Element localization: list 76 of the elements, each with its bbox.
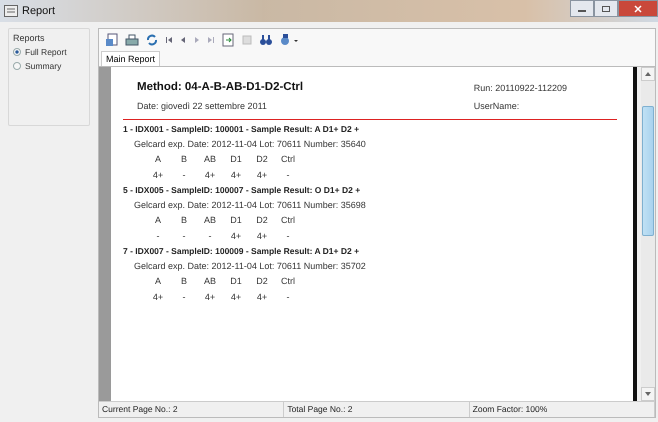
result-cell-text: 4+: [256, 292, 268, 302]
export-icon[interactable]: [105, 33, 119, 47]
column-header: A: [154, 154, 162, 164]
maximize-button[interactable]: [594, 0, 618, 17]
maximize-icon[interactable]: [602, 6, 610, 12]
scroll-thumb[interactable]: [642, 106, 654, 236]
gelcard-info: Gelcard exp. Date: 2012-11-04 Lot: 70611 Number: 35702: [133, 261, 367, 271]
column-header: B: [180, 276, 188, 286]
sample-title: 1 - IDX001 - SampleID: 100001 - Sample Result: A D1+ D2 +: [123, 124, 360, 134]
column-header: AB: [202, 154, 217, 164]
up-arrow-icon[interactable]: [645, 72, 651, 76]
result-cell-text: -: [156, 231, 160, 241]
result-cell-text: 4+: [152, 170, 164, 180]
status-field: Zoom Factor: 100%: [470, 402, 655, 417]
column-header: Ctrl: [280, 276, 296, 286]
vertical-scrollbar[interactable]: [641, 67, 655, 401]
column-header: D1: [229, 154, 243, 164]
column-header: B: [180, 154, 188, 164]
result-cell-text: 4+: [152, 292, 164, 302]
user-name-label: UserName:: [474, 101, 520, 111]
radio-circle[interactable]: [13, 62, 21, 70]
report-radio[interactable]: Summary: [13, 61, 85, 71]
result-cell-text: 4+: [230, 231, 242, 241]
column-header: D2: [255, 215, 269, 225]
sample-title: 5 - IDX005 - SampleID: 100007 - Sample Result: O D1+ D2 +: [123, 185, 362, 195]
column-header: D1: [229, 276, 243, 286]
column-header: A: [154, 215, 162, 225]
report-tab[interactable]: Main Report: [101, 51, 160, 66]
column-header: AB: [202, 276, 217, 286]
result-cell-text: -: [286, 170, 290, 180]
result-cell-text: -: [286, 292, 290, 302]
column-header: A: [154, 276, 162, 286]
binoculars-icon[interactable]: [259, 33, 273, 47]
zoom-dropdown-icon[interactable]: [279, 33, 299, 47]
group-title: Reports: [13, 33, 46, 43]
status-field: Current Page No.: 2: [99, 402, 284, 417]
result-cell-text: -: [182, 231, 186, 241]
column-header: Ctrl: [280, 215, 296, 225]
window-title: Report: [22, 5, 56, 17]
result-cell-text: 4+: [256, 170, 268, 180]
run-id: Run: 20110922-112209: [474, 83, 567, 93]
close-icon[interactable]: [634, 4, 642, 12]
result-cell-text: 4+: [230, 292, 242, 302]
column-header: Ctrl: [280, 154, 296, 164]
refresh-icon[interactable]: [145, 33, 159, 47]
print-icon[interactable]: [125, 33, 139, 47]
minimize-button[interactable]: [570, 0, 594, 17]
status-field: Total Page No.: 2: [284, 402, 470, 417]
go-to-page-icon[interactable]: [221, 33, 235, 47]
close-button[interactable]: [618, 0, 658, 17]
result-cell-text: 4+: [230, 170, 242, 180]
sample-title: 7 - IDX007 - SampleID: 100009 - Sample Result: A D1+ D2 +: [123, 246, 360, 256]
result-cell-text: -: [286, 231, 290, 241]
result-cell-text: -: [208, 231, 212, 241]
result-cell-text: 4+: [204, 170, 216, 180]
result-cell-text: 4+: [204, 292, 216, 302]
result-cell-text: 4+: [256, 231, 268, 241]
scroll-up-button[interactable]: [641, 67, 655, 81]
down-arrow-icon[interactable]: [645, 392, 651, 396]
gelcard-info: Gelcard exp. Date: 2012-11-04 Lot: 70611 Number: 35698: [133, 200, 367, 210]
scroll-down-button[interactable]: [641, 387, 655, 401]
report-date: Date: giovedì 22 settembre 2011: [137, 101, 268, 111]
window-icon: [4, 5, 18, 17]
previous-page-icon[interactable]: [179, 36, 187, 44]
column-header: AB: [202, 215, 217, 225]
column-header: D1: [229, 215, 243, 225]
result-cell-text: -: [182, 292, 186, 302]
method-title: Method: 04-A-B-AB-D1-D2-Ctrl: [137, 81, 304, 93]
column-header: B: [180, 215, 188, 225]
gelcard-info: Gelcard exp. Date: 2012-11-04 Lot: 70611 Number: 35640: [133, 139, 367, 149]
first-page-icon[interactable]: [165, 36, 173, 44]
column-header: D2: [255, 276, 269, 286]
report-radio[interactable]: Full Report: [13, 47, 85, 57]
column-header: D2: [255, 154, 269, 164]
radio-circle[interactable]: [13, 48, 21, 56]
result-cell-text: -: [182, 170, 186, 180]
